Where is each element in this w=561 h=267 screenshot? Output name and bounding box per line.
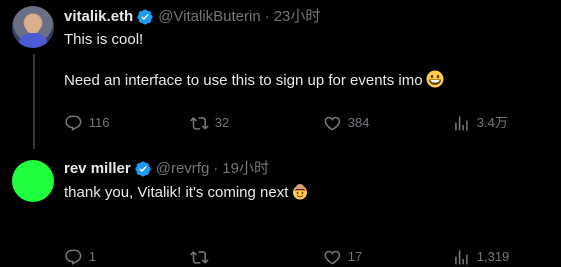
heart-icon xyxy=(324,116,341,131)
retweet-button[interactable] xyxy=(190,247,215,267)
avatar[interactable] xyxy=(12,160,54,202)
retweet-count: 32 xyxy=(214,115,230,130)
reply-count: 1 xyxy=(88,249,96,264)
retweet-button[interactable]: 32 xyxy=(190,113,229,133)
author-handle[interactable]: @revrfg xyxy=(156,159,210,179)
tweet-text-fragment: Need an interface to use this to sign up… xyxy=(64,72,423,89)
views-button[interactable]: 1,319 xyxy=(452,247,509,267)
heart-icon xyxy=(324,250,341,265)
tweet-vitalik[interactable]: vitalik.eth @VitalikButerin · 23小时 This … xyxy=(0,0,561,149)
reply-button[interactable]: 116 xyxy=(64,113,109,133)
views-chart-icon xyxy=(455,249,468,265)
avatar[interactable] xyxy=(12,6,54,48)
tweet-text: thank you, Vitalik! it's coming next xyxy=(64,182,549,203)
reply-icon xyxy=(65,115,82,131)
views-button[interactable]: 3.4万 xyxy=(452,113,508,133)
grinning-face-emoji-icon xyxy=(426,70,444,88)
like-count: 384 xyxy=(347,115,370,130)
verified-badge-icon[interactable] xyxy=(136,8,154,26)
tweet-content: vitalik.eth @VitalikButerin · 23小时 This … xyxy=(64,7,549,91)
tweet-header: rev miller @revrfg · 19小时 xyxy=(64,159,549,179)
tweet-content: rev miller @revrfg · 19小时 thank you, Vit… xyxy=(64,159,549,203)
timestamp[interactable]: 23小时 xyxy=(274,7,321,27)
retweet-icon xyxy=(190,250,209,264)
tweet-text: This is cool! Need an interface to use t… xyxy=(64,30,549,91)
author-name[interactable]: vitalik.eth xyxy=(64,7,133,27)
verified-badge-icon[interactable] xyxy=(134,160,152,178)
tweet-rev-miller[interactable]: rev miller @revrfg · 19小时 thank you, Vit… xyxy=(0,146,561,265)
tweet-text-line: thank you, Vitalik! it's coming next xyxy=(64,182,549,203)
like-button[interactable]: 384 xyxy=(323,113,369,133)
author-handle[interactable]: @VitalikButerin xyxy=(158,7,261,27)
avatar-body xyxy=(19,33,47,48)
reply-button[interactable]: 1 xyxy=(64,247,96,267)
cowboy-hat-face-emoji-icon xyxy=(292,184,308,200)
separator-dot: · xyxy=(264,8,270,25)
timestamp[interactable]: 19小时 xyxy=(222,159,269,179)
tweet-header: vitalik.eth @VitalikButerin · 23小时 xyxy=(64,7,549,27)
tweet-actions: 116 32 384 3.4万 xyxy=(64,113,549,133)
avatar-face xyxy=(25,14,41,34)
tweet-text-line-2: Need an interface to use this to sign up… xyxy=(64,70,549,91)
tweet-text-fragment: thank you, Vitalik! it's coming next xyxy=(64,184,289,201)
views-chart-icon xyxy=(455,115,468,131)
author-name[interactable]: rev miller xyxy=(64,159,131,179)
view-count: 3.4万 xyxy=(476,115,508,130)
retweet-icon xyxy=(190,116,209,130)
thread-connector-line xyxy=(33,54,35,149)
like-count: 17 xyxy=(347,249,363,264)
separator-dot: · xyxy=(213,160,219,177)
tweet-text-line: This is cool! xyxy=(64,31,144,48)
tweet-actions: 1 17 1,319 xyxy=(64,247,549,267)
view-count: 1,319 xyxy=(476,249,510,264)
reply-icon xyxy=(65,249,82,265)
reply-count: 116 xyxy=(88,115,110,130)
reply-thread: vitalik.eth @VitalikButerin · 23小时 This … xyxy=(0,0,561,265)
like-button[interactable]: 17 xyxy=(323,247,362,267)
